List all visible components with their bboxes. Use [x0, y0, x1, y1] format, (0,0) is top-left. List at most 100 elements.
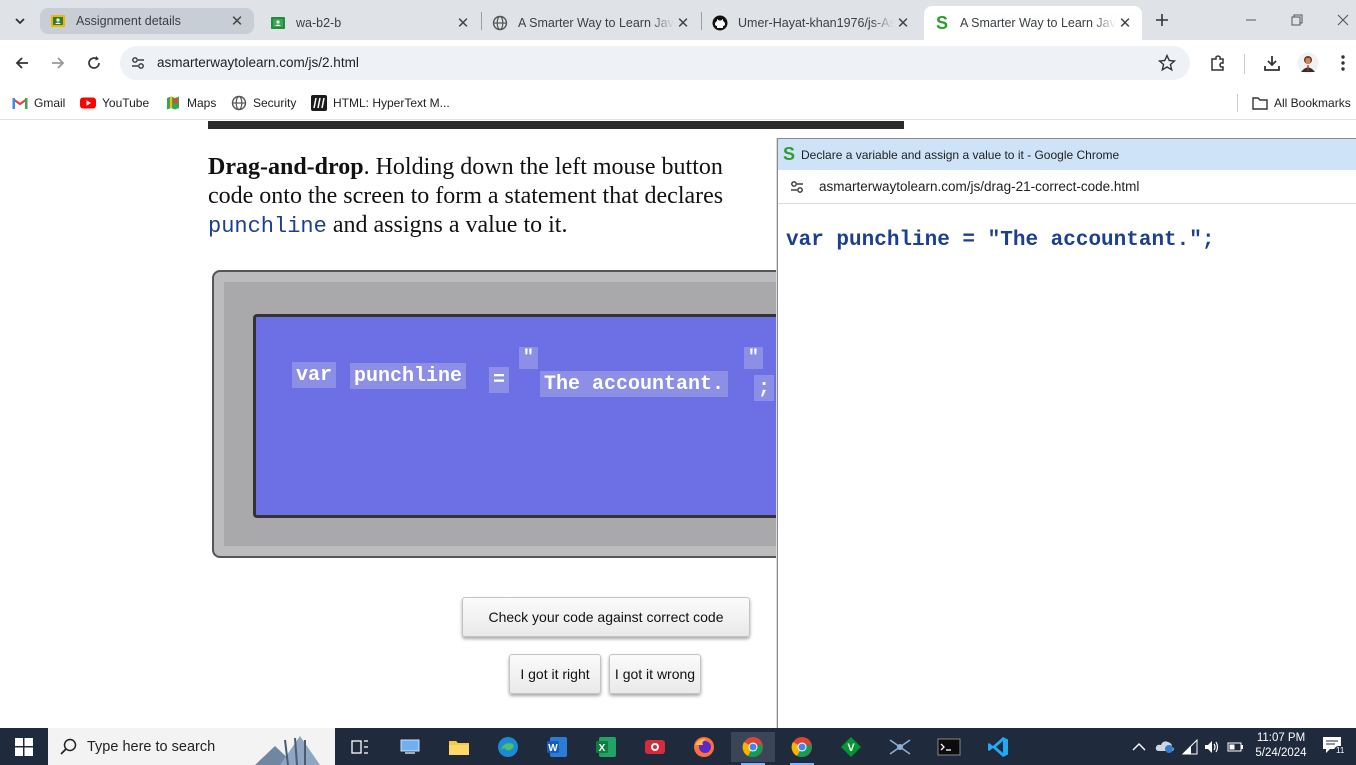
browser-toolbar: asmarterwaytolearn.com/js/2.html: [0, 40, 1356, 86]
search-icon: [60, 738, 77, 755]
downloads-button[interactable]: [1257, 48, 1287, 78]
tile-string-value[interactable]: The accountant.: [540, 371, 729, 397]
onedrive-sync-icon[interactable]: [1155, 738, 1175, 759]
restore-button[interactable]: [1284, 10, 1310, 30]
firefox-icon: [694, 737, 714, 757]
tile-semicolon[interactable]: ;: [754, 375, 775, 401]
taskbar-this-pc[interactable]: [388, 732, 432, 762]
url-text: asmarterwaytolearn.com/js/2.html: [157, 55, 359, 70]
got-it-right-button[interactable]: I got it right: [509, 654, 601, 694]
close-tab-icon[interactable]: ✕: [228, 12, 246, 30]
tab-smarter-way-1[interactable]: A Smarter Way to Learn JavaScript ✕: [482, 6, 700, 40]
taskbar-file-explorer[interactable]: [437, 732, 481, 762]
site-settings-icon[interactable]: [789, 179, 805, 195]
taskbar-firefox[interactable]: [682, 732, 726, 762]
got-it-wrong-button[interactable]: I got it wrong: [609, 654, 701, 694]
folder-icon: [449, 741, 469, 755]
tile-equals[interactable]: =: [489, 367, 510, 393]
taskbar-excel[interactable]: X: [584, 732, 628, 762]
instruction-text: and assigns a value to it.: [326, 212, 568, 238]
windows-logo-icon: [15, 737, 33, 756]
chevron-up-icon: [1132, 743, 1146, 751]
close-tab-icon[interactable]: ✕: [454, 14, 472, 32]
popup-address-bar[interactable]: asmarterwaytolearn.com/js/drag-21-correc…: [778, 170, 1356, 204]
restore-icon: [1291, 14, 1303, 26]
tab-assignment-details[interactable]: Assignment details ✕: [40, 8, 254, 34]
tab-strip: Assignment details ✕ wa-b2-b ✕ A Smarter…: [0, 0, 1356, 40]
forward-button[interactable]: [43, 48, 73, 78]
taskbar-vim[interactable]: V: [829, 732, 873, 762]
tile-open-quote[interactable]: ": [519, 347, 538, 369]
back-button[interactable]: [7, 48, 37, 78]
search-placeholder: Type here to search: [87, 739, 216, 755]
start-button[interactable]: [0, 728, 48, 765]
bookmark-label: YouTube: [102, 96, 150, 110]
drag-board-canvas[interactable]: var punchline = " The accountant. " ;: [253, 314, 813, 518]
popup-titlebar[interactable]: S Declare a variable and assign a value …: [778, 139, 1356, 170]
tab-wa-b2-b[interactable]: wa-b2-b ✕: [260, 6, 480, 40]
task-view-button[interactable]: [338, 732, 382, 762]
tile-punchline[interactable]: punchline: [350, 363, 467, 389]
address-bar[interactable]: asmarterwaytolearn.com/js/2.html: [120, 46, 1190, 80]
excel-icon: X: [596, 737, 616, 757]
taskbar-app-network[interactable]: [878, 732, 922, 762]
tile-close-quote[interactable]: ": [744, 347, 763, 369]
site-settings-icon[interactable]: [130, 55, 146, 76]
tab-smarter-way-active[interactable]: S A Smarter Way to Learn JavaScript ✕: [924, 6, 1142, 40]
new-tab-button[interactable]: [1150, 8, 1174, 32]
kebab-menu-icon: [1341, 55, 1345, 71]
github-icon: [712, 15, 728, 31]
bookmarks-divider: [1237, 94, 1238, 112]
tab-search-button[interactable]: [8, 9, 32, 33]
close-tab-icon[interactable]: ✕: [674, 14, 692, 32]
vim-icon: V: [841, 737, 861, 757]
volume-icon[interactable]: [1203, 739, 1221, 760]
tab-title: A Smarter Way to Learn JavaScript: [960, 16, 1116, 30]
taskbar-edge[interactable]: [486, 732, 530, 762]
taskbar-vscode[interactable]: [976, 732, 1020, 762]
close-tab-icon[interactable]: ✕: [1116, 14, 1134, 32]
clock[interactable]: 11:07 PM 5/24/2024: [1250, 731, 1312, 761]
taskbar-search-box[interactable]: Type here to search: [48, 728, 335, 765]
search-highlight-image-icon: [255, 736, 320, 765]
task-view-icon: [351, 740, 368, 754]
gmail-icon: [12, 95, 28, 111]
close-tab-icon[interactable]: ✕: [894, 14, 912, 32]
all-bookmarks[interactable]: All Bookmarks: [1252, 93, 1351, 113]
taskbar-chrome-profile[interactable]: [780, 732, 824, 765]
taskbar-word[interactable]: W: [535, 732, 579, 762]
notification-center-button[interactable]: 11: [1322, 736, 1347, 758]
chrome-menu-button[interactable]: [1328, 48, 1356, 78]
bookmark-gmail[interactable]: Gmail: [12, 93, 65, 113]
forward-arrow-icon: [52, 57, 65, 69]
vscode-icon: [988, 737, 1008, 757]
minimize-button[interactable]: [1238, 10, 1264, 30]
google-classroom-icon: [50, 13, 66, 29]
bookmark-youtube[interactable]: YouTube: [80, 93, 149, 113]
tile-var[interactable]: var: [292, 362, 337, 388]
drag-board-frame: var punchline = " The accountant. " ;: [212, 270, 813, 558]
popup-window-title: Declare a variable and assign a value to…: [801, 147, 1120, 162]
bookmark-star-icon[interactable]: [1157, 53, 1177, 77]
taskbar-chrome-active[interactable]: [731, 732, 775, 765]
bookmark-maps[interactable]: Maps: [165, 93, 216, 113]
notification-count-badge: 11: [1334, 746, 1347, 755]
reload-button[interactable]: [79, 48, 109, 78]
tab-github[interactable]: Umer-Hayat-khan1976/js-Assignment ✕: [702, 6, 920, 40]
bookmark-security[interactable]: Security: [231, 93, 296, 113]
wifi-icon[interactable]: [1181, 738, 1199, 760]
close-icon: [1337, 14, 1349, 26]
taskbar-terminal[interactable]: [927, 732, 971, 762]
check-code-button[interactable]: Check your code against correct code: [462, 597, 750, 637]
clock-time: 11:07 PM: [1256, 732, 1306, 744]
windows-taskbar: Type here to search W X V 11:07 PM 5/24/…: [0, 728, 1356, 765]
close-window-button[interactable]: [1330, 10, 1356, 30]
extensions-button[interactable]: [1203, 48, 1233, 78]
instruction-line-2: code onto the screen to form a statement…: [208, 183, 724, 209]
profile-avatar[interactable]: [1293, 48, 1323, 78]
show-hidden-icons[interactable]: [1132, 740, 1146, 758]
bookmark-label: Security: [253, 96, 297, 110]
battery-icon[interactable]: [1227, 740, 1245, 759]
taskbar-screen-recorder[interactable]: [633, 732, 677, 762]
bookmark-mdn[interactable]: HTML: HyperText M...: [311, 93, 450, 113]
